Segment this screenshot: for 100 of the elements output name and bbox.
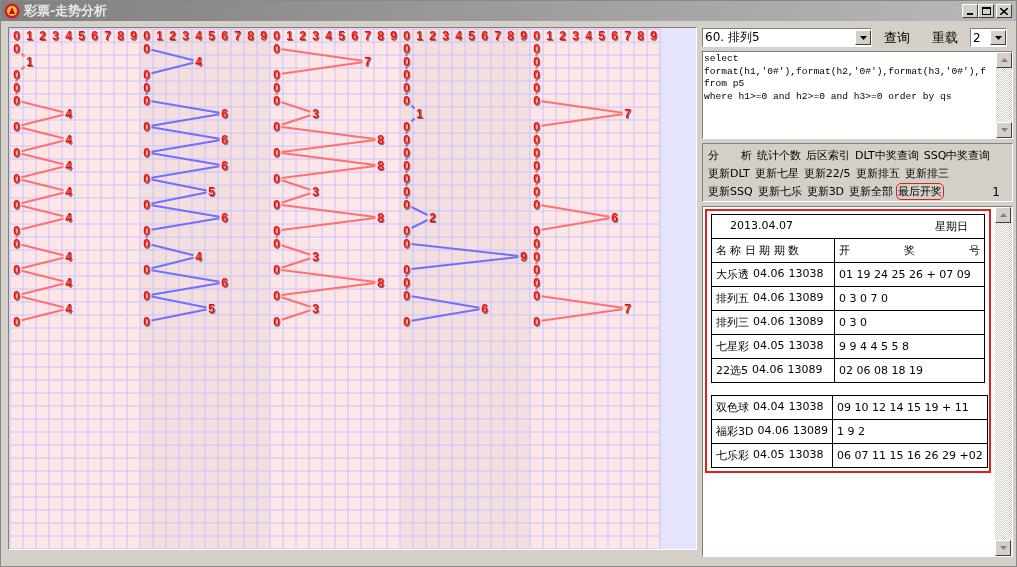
value-digit: 0 [273,315,280,329]
column-digit: 3 [182,29,189,43]
column-digit: 0 [273,29,280,43]
column-digit: 7 [234,29,241,43]
value-digit: 0 [273,68,280,82]
value-digit: 0 [533,237,540,251]
value-digit: 6 [481,302,488,316]
value-digit: 6 [221,107,228,121]
value-digit: 0 [533,250,540,264]
column-digit: 4 [455,29,462,43]
column-digit: 2 [39,29,46,43]
value-digit: 0 [403,237,410,251]
value-digit: 0 [13,68,20,82]
value-digit: 6 [221,276,228,290]
winning-numbers: 02 06 08 18 19 [834,358,985,383]
value-digit: 0 [273,237,280,251]
value-digit: 1 [416,107,423,121]
value-digit: 3 [312,107,319,121]
lottery-name: 22选5 [716,363,748,378]
column-digit: 2 [299,29,306,43]
reload-button[interactable]: 重载 [930,28,960,47]
value-digit: 8 [377,159,384,173]
column-digit: 0 [13,29,20,43]
value-digit: 8 [377,211,384,225]
issue-number: 13038 [788,339,824,354]
value-digit: 0 [143,237,150,251]
column-digit: 4 [585,29,592,43]
action-button[interactable]: 更新DLT [706,165,752,182]
value-digit: 4 [65,250,72,264]
query-button[interactable]: 查询 [882,28,912,47]
value-digit: 0 [533,120,540,134]
value-digit: 0 [143,42,150,56]
value-digit: 0 [403,276,410,290]
action-button[interactable]: SSQ中奖查询 [921,147,993,164]
draw-date: 04.06 [752,363,784,378]
draw-date: 04.04 [753,400,785,415]
column-digit: 6 [611,29,618,43]
action-button[interactable]: DLT中奖查询 [853,147,921,164]
value-digit: 7 [624,107,631,121]
value-digit: 0 [143,68,150,82]
column-header: 名 称 日 期 期 数 [716,244,800,257]
value-digit: 0 [13,289,20,303]
column-digit: 2 [559,29,566,43]
count-select[interactable]: 2 [970,28,1007,47]
column-digit: 8 [117,29,124,43]
column-digit: 4 [195,29,202,43]
value-digit: 0 [13,81,20,95]
action-button[interactable]: 统计个数 [755,147,803,164]
winning-numbers: 06 07 11 15 16 26 29 +02 [832,443,988,468]
action-button[interactable]: 更新SSQ [706,183,755,200]
value-digit: 0 [403,68,410,82]
column-digit: 0 [403,29,410,43]
value-digit: 0 [403,172,410,186]
action-button[interactable]: 最后开奖 [896,183,945,200]
column-digit: 2 [169,29,176,43]
action-button[interactable]: 更新七乐 [755,183,804,200]
value-digit: 0 [533,159,540,173]
value-digit: 0 [273,289,280,303]
action-button[interactable]: 后区索引 [804,147,852,164]
issue-number: 13089 [787,363,823,378]
action-button[interactable]: 更新七星 [752,165,801,182]
lottery-name: 七乐彩 [716,448,749,463]
column-digit: 0 [143,29,150,43]
column-digit: 5 [208,29,215,43]
action-button[interactable]: 分 析 [706,147,754,164]
lottery-select[interactable]: 60. 排列5 [702,28,872,47]
result-count: 1 [992,184,1000,199]
value-digit: 0 [403,55,410,69]
winning-numbers: 0 3 0 [834,310,985,335]
value-digit: 4 [195,55,202,69]
column-digit: 1 [416,29,423,43]
column-digit: 4 [325,29,332,43]
column-header: 号 [969,243,980,258]
value-digit: 0 [13,172,20,186]
lottery-name: 双色球 [716,400,749,415]
value-digit: 0 [403,81,410,95]
action-button[interactable]: 更新22/5 [801,165,853,182]
value-digit: 0 [403,120,410,134]
issue-number: 13089 [788,315,824,330]
value-digit: 0 [403,159,410,173]
lottery-name: 排列五 [716,291,749,306]
value-digit: 0 [13,146,20,160]
value-digit: 3 [312,250,319,264]
value-digit: 0 [533,172,540,186]
column-digit: 2 [429,29,436,43]
value-digit: 0 [273,146,280,160]
action-button[interactable]: 更新排三 [902,165,951,182]
value-digit: 0 [403,289,410,303]
value-digit: 0 [143,120,150,134]
value-digit: 0 [273,198,280,212]
value-digit: 0 [273,172,280,186]
action-button[interactable]: 更新3D [804,183,847,200]
action-button[interactable]: 更新全部 [847,183,896,200]
column-digit: 6 [91,29,98,43]
column-digit: 6 [481,29,488,43]
value-digit: 0 [143,198,150,212]
action-button[interactable]: 更新排五 [853,165,902,182]
issue-number: 13038 [788,400,824,415]
value-digit: 0 [403,133,410,147]
value-digit: 5 [208,302,215,316]
